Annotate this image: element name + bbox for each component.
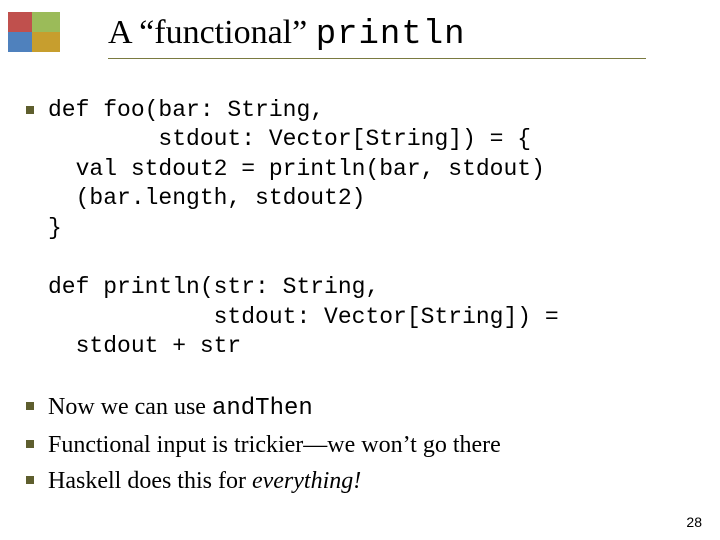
- bullet-icon: [26, 440, 34, 448]
- code-line: def println(str: String,: [48, 274, 379, 300]
- title-prefix: A “functional”: [108, 14, 316, 51]
- logo-red: [8, 12, 32, 32]
- code-line: stdout + str: [48, 333, 241, 359]
- logo-gold: [32, 32, 60, 52]
- code-println: def println(str: String, stdout: Vector[…: [48, 273, 559, 361]
- logo-blue: [8, 32, 32, 52]
- title-code: println: [316, 16, 466, 54]
- point-haskell: Haskell does this for everything!: [26, 466, 694, 496]
- emphasis: everything!: [252, 468, 361, 494]
- bullet-icon: [26, 106, 34, 114]
- bullet-icon: [26, 402, 34, 410]
- logo-green: [32, 12, 60, 32]
- code-line: stdout: Vector[String]) =: [48, 304, 559, 330]
- slide-title: A “functional” println: [108, 14, 646, 59]
- text: Haskell does this for: [48, 468, 252, 494]
- point-text: Now we can use andThen: [48, 392, 313, 424]
- point-text: Functional input is trickier—we won’t go…: [48, 430, 501, 460]
- code-block-println: def println(str: String, stdout: Vector[…: [26, 273, 694, 361]
- code-line: val stdout2 = println(bar, stdout): [48, 156, 545, 182]
- code-line: def foo(bar: String,: [48, 97, 324, 123]
- text: Now we can use: [48, 394, 212, 420]
- slide-body: def foo(bar: String, stdout: Vector[Stri…: [26, 96, 694, 502]
- code-block-foo: def foo(bar: String, stdout: Vector[Stri…: [26, 96, 694, 243]
- code-foo: def foo(bar: String, stdout: Vector[Stri…: [48, 96, 545, 243]
- slide-logo: [8, 12, 60, 52]
- point-text: Haskell does this for everything!: [48, 466, 361, 496]
- point-andthen: Now we can use andThen: [26, 392, 694, 424]
- bullet-icon: [26, 476, 34, 484]
- code-line: (bar.length, stdout2): [48, 185, 365, 211]
- inline-code: andThen: [212, 395, 313, 422]
- point-input: Functional input is trickier—we won’t go…: [26, 430, 694, 460]
- code-line: }: [48, 215, 62, 241]
- code-line: stdout: Vector[String]) = {: [48, 126, 531, 152]
- page-number: 28: [686, 514, 702, 530]
